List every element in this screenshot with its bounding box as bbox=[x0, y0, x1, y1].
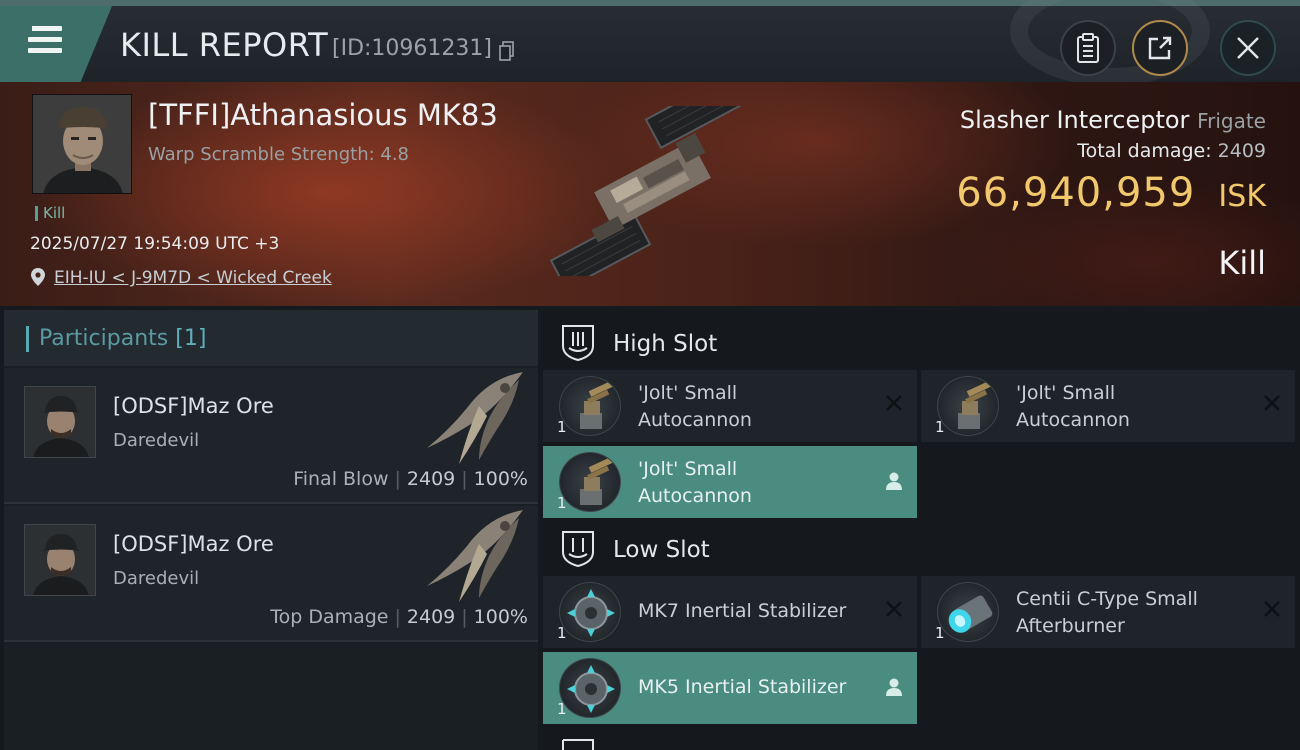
kill-result: Kill bbox=[1218, 244, 1266, 282]
victim-portrait[interactable] bbox=[32, 94, 132, 194]
module-quantity: 1 bbox=[557, 418, 567, 436]
pilot-portrait-image bbox=[25, 387, 95, 457]
high-slot-label: High Slot bbox=[613, 331, 718, 357]
afterburner-icon bbox=[937, 582, 999, 642]
next-slot-header-partial bbox=[543, 734, 1300, 750]
participants-label: Participants bbox=[39, 326, 169, 351]
participants-header: Participants [1] bbox=[4, 310, 538, 366]
high-slot-icon bbox=[562, 325, 594, 362]
participant-percent: 100% bbox=[473, 468, 528, 490]
destroyed-icon bbox=[1264, 395, 1280, 411]
kill-timestamp: 2025/07/27 19:54:09 UTC +3 bbox=[30, 234, 280, 254]
share-icon bbox=[1148, 36, 1172, 60]
module-name: 'Jolt' Small Autocannon bbox=[638, 382, 752, 431]
autocannon-icon bbox=[937, 376, 999, 436]
module-name: 'Jolt' Small Autocannon bbox=[638, 458, 752, 507]
page-title: KILL REPORT bbox=[120, 26, 329, 64]
autocannon-icon bbox=[559, 376, 621, 436]
pilot-portrait-image bbox=[25, 525, 95, 595]
module-item[interactable]: 1 Centii C-Type Small Afterburner bbox=[921, 576, 1295, 648]
clipboard-icon bbox=[1077, 33, 1099, 63]
participant-percent: 100% bbox=[473, 606, 528, 628]
participant-name: [ODSF]Maz Ore bbox=[113, 394, 274, 418]
participant-damage: 2409 bbox=[406, 606, 456, 628]
participant-ship-image bbox=[427, 510, 523, 602]
dropped-person-icon bbox=[886, 678, 902, 696]
module-item[interactable]: 1 'Jolt' Small Autocannon bbox=[543, 446, 917, 518]
participant-ship: Daredevil bbox=[113, 568, 200, 589]
menu-button[interactable] bbox=[0, 6, 112, 82]
low-slot-icon bbox=[562, 531, 594, 568]
autocannon-icon bbox=[559, 452, 621, 512]
participant-damage: 2409 bbox=[406, 468, 456, 490]
module-item[interactable]: 1 'Jolt' Small Autocannon bbox=[921, 370, 1295, 442]
participant-role: Top Damage bbox=[270, 606, 389, 628]
participant-row[interactable]: [ODSF]Maz Ore Daredevil Final Blow | 2409 |… bbox=[4, 368, 538, 504]
module-name: 'Jolt' Small Autocannon bbox=[1016, 382, 1130, 431]
participants-count: [1] bbox=[175, 326, 207, 351]
low-slot-label: Low Slot bbox=[613, 537, 710, 563]
participant-row[interactable]: [ODSF]Maz Ore Daredevil Top Damage | 2409 |… bbox=[4, 506, 538, 642]
participants-panel: Participants [1] [ODSF]Maz Ore Daredevil… bbox=[4, 310, 538, 750]
participant-stats: Top Damage | 2409 | 100% bbox=[270, 606, 528, 628]
destroyed-icon bbox=[886, 395, 902, 411]
location-link[interactable]: EIH-IU < J-9M7D < Wicked Creek bbox=[54, 268, 332, 288]
isk-value-row: 66,940,959 ISK bbox=[956, 170, 1266, 216]
module-name: MK7 Inertial Stabilizer bbox=[638, 600, 847, 622]
total-damage-label: Total damage: bbox=[1077, 140, 1212, 162]
inertial-stabilizer-icon bbox=[559, 582, 621, 642]
report-id: [ID:10961231] bbox=[332, 36, 492, 61]
dropped-person-icon bbox=[886, 472, 902, 490]
participant-ship: Daredevil bbox=[113, 430, 200, 451]
warp-scramble-strength: Warp Scramble Strength: 4.8 bbox=[148, 144, 410, 165]
share-button[interactable] bbox=[1132, 20, 1188, 76]
module-item[interactable]: 1 MK7 Inertial Stabilizer bbox=[543, 576, 917, 648]
module-name: Centii C-Type Small Afterburner bbox=[1016, 588, 1198, 637]
pilot-portrait-image bbox=[33, 95, 131, 193]
participant-portrait bbox=[24, 386, 96, 458]
module-quantity: 1 bbox=[935, 418, 945, 436]
participant-name: [ODSF]Maz Ore bbox=[113, 532, 274, 556]
module-quantity: 1 bbox=[557, 624, 567, 642]
slot-icon bbox=[562, 739, 594, 750]
top-bar: KILL REPORT [ID:10961231] bbox=[0, 0, 1300, 86]
location-pin-icon bbox=[31, 268, 45, 286]
module-name: MK5 Inertial Stabilizer bbox=[638, 676, 847, 698]
participant-portrait bbox=[24, 524, 96, 596]
clipboard-button[interactable] bbox=[1060, 20, 1116, 76]
victim-banner: [TFFI]Athanasious MK83 Warp Scramble Str… bbox=[0, 82, 1300, 306]
destroyed-icon bbox=[1264, 601, 1280, 617]
module-quantity: 1 bbox=[935, 624, 945, 642]
high-slot-header: High Slot bbox=[543, 316, 1300, 372]
victim-name[interactable]: [TFFI]Athanasious MK83 bbox=[148, 98, 498, 132]
ship-class: Frigate bbox=[1197, 109, 1266, 133]
inertial-stabilizer-icon bbox=[559, 658, 621, 718]
kill-tag: Kill bbox=[35, 206, 65, 221]
isk-unit: ISK bbox=[1218, 179, 1266, 214]
ship-name-text: Slasher Interceptor bbox=[959, 106, 1190, 134]
copy-icon[interactable] bbox=[499, 41, 515, 61]
fitting-panel: High Slot 1 'Jolt' Small Autocannon 1 'J… bbox=[543, 310, 1300, 750]
destroyed-icon bbox=[886, 601, 902, 617]
participant-role: Final Blow bbox=[293, 468, 389, 490]
module-quantity: 1 bbox=[557, 700, 567, 718]
module-item[interactable]: 1 'Jolt' Small Autocannon bbox=[543, 370, 917, 442]
total-damage-value: 2409 bbox=[1217, 140, 1266, 162]
close-icon bbox=[1237, 37, 1259, 59]
isk-value: 66,940,959 bbox=[956, 170, 1196, 216]
victim-ship-image bbox=[549, 106, 742, 276]
participant-ship-image bbox=[427, 372, 523, 464]
module-quantity: 1 bbox=[557, 494, 567, 512]
participant-stats: Final Blow | 2409 | 100% bbox=[293, 468, 528, 490]
victim-ship-name[interactable]: Slasher Interceptor Frigate bbox=[960, 106, 1266, 134]
close-button[interactable] bbox=[1220, 20, 1276, 76]
participants-title: Participants [1] bbox=[26, 326, 206, 352]
module-item[interactable]: 1 MK5 Inertial Stabilizer bbox=[543, 652, 917, 724]
low-slot-header: Low Slot bbox=[543, 522, 1300, 578]
total-damage: Total damage: 2409 bbox=[1077, 140, 1266, 162]
